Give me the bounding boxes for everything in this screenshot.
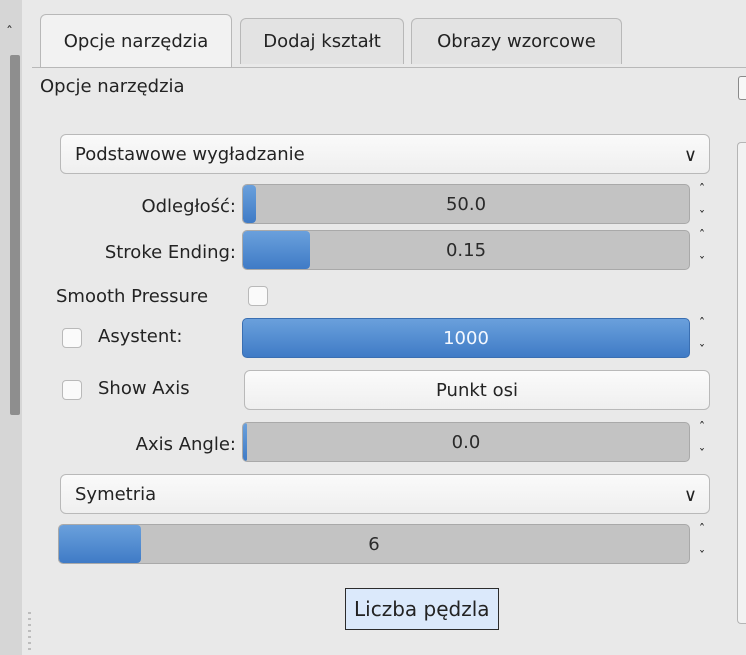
axis-angle-value: 0.0 [451,431,481,453]
distance-slider[interactable]: 50.0 [242,184,690,224]
tab-tool-options[interactable]: Opcje narzędzia [40,14,232,68]
spin-down-icon[interactable]: ˇ [699,211,706,224]
chevron-down-icon: ∨ [683,145,697,166]
distance-value: 50.0 [445,193,487,215]
axis-angle-slider[interactable]: 0.0 [242,422,690,462]
spin-up-icon[interactable]: ˆ [699,422,706,435]
panel-title: Opcje narzędzia [40,76,185,97]
spin-up-icon[interactable]: ˆ [699,524,706,537]
assistant-label: Asystent: [98,326,183,347]
axis-angle-spinner[interactable]: ˆˇ [696,422,708,462]
spin-down-icon[interactable]: ˇ [699,345,706,358]
tab-reference-images[interactable]: Obrazy wzorcowe [411,18,622,64]
spin-down-icon[interactable]: ˇ [699,257,706,270]
spin-down-icon[interactable]: ˇ [699,449,706,462]
right-scrollbar[interactable] [737,142,746,624]
resize-grip-icon[interactable] [28,612,31,652]
distance-spinner[interactable]: ˆˇ [696,184,708,224]
brush-count-spinner[interactable]: ˆˇ [696,524,708,564]
float-panel-icon[interactable] [738,76,746,100]
stroke-ending-label: Stroke Ending: [104,242,236,263]
spin-down-icon[interactable]: ˇ [699,551,706,564]
stroke-ending-spinner[interactable]: ˆˇ [696,230,708,270]
smooth-pressure-label: Smooth Pressure [56,286,209,307]
left-panel-strip: ˆ [0,0,22,655]
spin-up-icon[interactable]: ˆ [699,318,706,331]
brush-count-value: 6 [368,533,380,555]
axis-point-button[interactable]: Punkt osi [244,370,710,410]
axis-angle-label: Axis Angle: [135,434,236,455]
spin-up-icon[interactable]: ˆ [699,184,706,197]
mode-dropdown[interactable]: Symetria ∨ [60,474,710,514]
show-axis-checkbox[interactable] [62,380,82,400]
assistant-value: 1000 [443,327,489,349]
assistant-spinner[interactable]: ˆˇ [696,318,708,358]
smooth-pressure-checkbox[interactable] [248,286,268,306]
tab-divider [32,67,746,68]
stroke-ending-slider[interactable]: 0.15 [242,230,690,270]
stroke-ending-value: 0.15 [445,239,487,261]
smoothing-dropdown[interactable]: Podstawowe wygładzanie ∨ [60,134,710,174]
assistant-slider[interactable]: 1000 [242,318,690,358]
brush-count-slider[interactable]: 6 [58,524,690,564]
brush-count-tooltip: Liczba pędzla [345,588,499,630]
left-scrollbar[interactable] [10,55,20,415]
distance-label: Odległość: [141,196,236,217]
spin-up-icon[interactable]: ˆ [699,230,706,243]
tab-add-shape[interactable]: Dodaj kształt [240,18,404,64]
show-axis-label: Show Axis [98,378,190,399]
chevron-down-icon: ∨ [683,485,697,506]
collapse-notch-icon[interactable]: ˆ [6,25,13,41]
assistant-checkbox[interactable] [62,328,82,348]
